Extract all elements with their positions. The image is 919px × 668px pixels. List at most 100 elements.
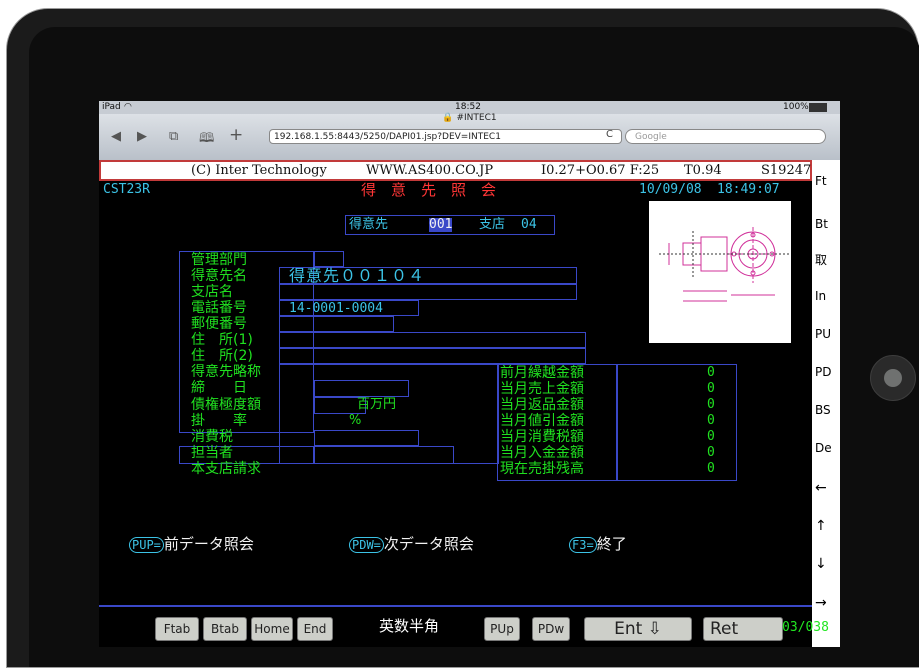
key-customer-input[interactable]: 001 [429, 218, 453, 232]
screen-time: 18:49:07 [717, 182, 780, 197]
label-rate: 掛 率 [191, 413, 247, 429]
field-box [279, 348, 586, 364]
side-cancel-button[interactable]: 取 [815, 251, 827, 268]
label-current-balance: 現在売掛残高 [500, 461, 584, 477]
key-customer-label: 得意先 [349, 217, 389, 232]
field-box [314, 380, 409, 397]
side-pd-button[interactable]: PD [815, 365, 831, 379]
fkey-next-data[interactable]: PDW= 次データ照会 [349, 537, 474, 553]
label-sales: 当月売上金額 [500, 381, 584, 397]
btab-key[interactable]: Btab [203, 617, 247, 641]
label-branch-name: 支店名 [191, 284, 233, 300]
label-admin-dept: 管理部門 [191, 252, 247, 268]
value-customer-name: 得意先００１０４ [289, 266, 426, 285]
side-ftab-button[interactable]: Ft [815, 174, 827, 188]
url-field[interactable]: 192.168.1.55:8443/5250/DAPI01.jsp?DEV=IN… [269, 129, 622, 144]
label-address1: 住 所(1) [191, 332, 253, 348]
screen-date: 10/09/08 [639, 182, 702, 197]
value-credit-limit-unit: 百万円 [357, 397, 397, 412]
screen-title: 得 意 先 照 会 [361, 181, 497, 199]
key-branch-label: 支店 [479, 217, 506, 232]
wifi-icon: ◠ [124, 102, 132, 112]
label-consumption-tax: 消費税 [191, 429, 233, 445]
label-returns: 当月返品金額 [500, 397, 584, 413]
value-phone: 14-0001-0004 [289, 301, 383, 316]
search-field[interactable]: Google [625, 129, 826, 144]
clock: 18:52 [455, 102, 481, 112]
left-arrow-icon[interactable]: ← [815, 480, 827, 496]
program-id: CST23R [103, 182, 150, 197]
value-prev-balance: 0 [707, 365, 715, 380]
key-branch-value: 04 [521, 217, 537, 232]
home-button[interactable] [870, 355, 916, 401]
label-phone: 電話番号 [191, 300, 247, 316]
label-credit-limit: 債権極度額 [191, 397, 261, 413]
tabs-icon[interactable]: ⧉ [169, 129, 178, 144]
ipad-screen: iPad ◠ 18:52 100% 🔒 #INTEC1 ◀ ▶ ⧉ 🕮 + 19… [99, 101, 840, 647]
field-box [279, 316, 394, 332]
technical-drawing-image [649, 201, 791, 343]
fkey-prev-data[interactable]: PUP= 前データ照会 [129, 537, 254, 553]
label-closing-day: 締 日 [191, 380, 247, 396]
side-ins-button[interactable]: In [815, 289, 826, 303]
label-discount: 当月値引金額 [500, 413, 584, 429]
copyright-text: (C) Inter Technology [191, 163, 327, 178]
bottom-key-bar: Ftab Btab Home End 英数半角 PUp PDw Ent ⇩ Re… [99, 605, 829, 647]
safari-toolbar: 🔒 #INTEC1 ◀ ▶ ⧉ 🕮 + 192.168.1.55:8443/52… [99, 113, 840, 161]
label-prev-balance: 前月繰越金額 [500, 365, 584, 381]
right-arrow-icon[interactable]: → [815, 595, 827, 611]
emulator-header: (C) Inter Technology WWW.AS400.CO.JP I0.… [99, 160, 812, 181]
value-returns: 0 [707, 397, 715, 412]
field-box [314, 430, 419, 446]
label-customer-name: 得意先名 [191, 268, 247, 284]
enter-key[interactable]: Ent ⇩ [584, 617, 692, 641]
home-key[interactable]: Home [251, 617, 293, 641]
label-address2: 住 所(2) [191, 348, 253, 364]
side-del-button[interactable]: De [815, 441, 832, 455]
label-customer-abbr: 得意先略称 [191, 364, 261, 380]
label-received: 当月入金金額 [500, 445, 584, 461]
field-box [314, 446, 454, 464]
bookmarks-icon[interactable]: 🕮 [199, 129, 214, 151]
cursor-position: 03/038 [782, 620, 829, 635]
value-rate-unit: % [349, 413, 362, 428]
forward-icon[interactable]: ▶ [137, 129, 147, 144]
ftab-key[interactable]: Ftab [155, 617, 199, 641]
add-icon[interactable]: + [229, 125, 243, 145]
battery-level: 100% [783, 102, 809, 112]
label-staff: 担当者 [191, 445, 233, 461]
site-text: WWW.AS400.CO.JP [366, 163, 494, 178]
field-box [314, 251, 344, 267]
t-stat: T0.94 [684, 163, 722, 178]
value-discount: 0 [707, 413, 715, 428]
terminal-5250: CST23R 得 意 先 照 会 10/09/08 18:49:07 得意先 0… [99, 181, 812, 605]
s-stat: S19247 [761, 163, 812, 178]
down-arrow-icon[interactable]: ↓ [815, 556, 827, 572]
return-key[interactable]: Ret [703, 617, 783, 641]
ime-mode: 英数半角 [379, 617, 440, 635]
value-current-balance: 0 [707, 461, 715, 476]
value-sales: 0 [707, 381, 715, 396]
fkey-exit[interactable]: F3= 終了 [569, 537, 627, 553]
value-received: 0 [707, 445, 715, 460]
label-tax: 当月消費税額 [500, 429, 584, 445]
label-branch-billing: 本支店請求 [191, 461, 261, 477]
side-btab-button[interactable]: Bt [815, 217, 828, 231]
page-title: 🔒 #INTEC1 [442, 113, 497, 123]
side-pu-button[interactable]: PU [815, 327, 831, 341]
back-icon[interactable]: ◀ [111, 129, 121, 144]
field-box [279, 332, 586, 348]
device-label: iPad [102, 102, 121, 112]
side-bs-button[interactable]: BS [815, 403, 831, 417]
pagedown-key[interactable]: PDw [532, 617, 570, 641]
value-tax: 0 [707, 429, 715, 444]
io-stats: I0.27+O0.67 F:25 [541, 163, 660, 178]
label-postal: 郵便番号 [191, 316, 247, 332]
pageup-key[interactable]: PUp [484, 617, 520, 641]
reload-icon[interactable]: C [606, 129, 613, 140]
end-key[interactable]: End [297, 617, 333, 641]
side-button-panel: Ft Bt 取 In PU PD BS De ← ↑ ↓ → [812, 160, 840, 647]
battery-icon [809, 103, 827, 112]
up-arrow-icon[interactable]: ↑ [815, 518, 827, 534]
right-value-box [617, 364, 737, 481]
